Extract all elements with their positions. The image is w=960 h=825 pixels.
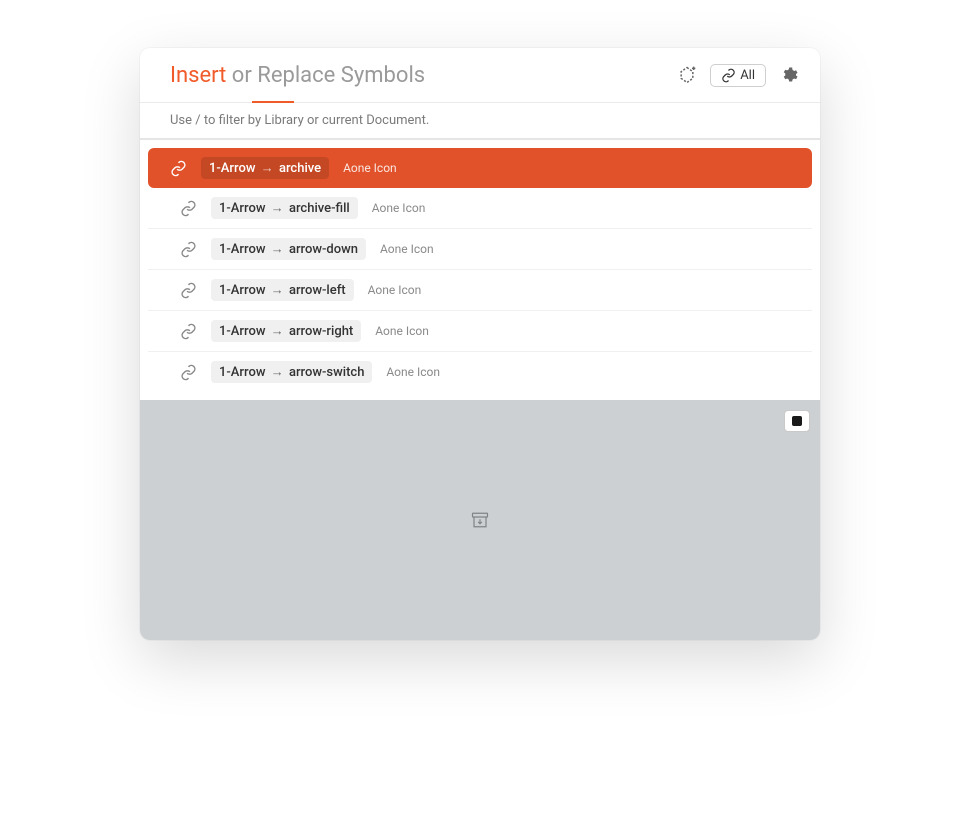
link-icon (170, 160, 187, 177)
library-name: Aone Icon (343, 161, 397, 175)
title-rest: or Replace Symbols (226, 63, 425, 88)
create-symbol-icon (677, 65, 697, 85)
symbol-name: 1-Arrow → arrow-switch (211, 361, 372, 383)
link-icon (180, 200, 197, 217)
create-symbol-button[interactable] (674, 62, 700, 88)
link-icon (721, 68, 736, 83)
link-icon (180, 241, 197, 258)
link-icon (180, 282, 197, 299)
library-name: Aone Icon (372, 201, 426, 215)
library-name: Aone Icon (375, 324, 429, 338)
preview-mode-button[interactable] (784, 410, 810, 432)
library-name: Aone Icon (380, 242, 434, 256)
archive-icon (471, 511, 489, 529)
symbol-picker-window: Insert or Replace Symbols All (140, 48, 820, 640)
list-item[interactable]: 1-Arrow → arrow-left Aone Icon (148, 270, 812, 311)
symbol-name: 1-Arrow → arrow-left (211, 279, 354, 301)
symbol-name: 1-Arrow → arrow-right (211, 320, 361, 342)
symbol-name: 1-Arrow → archive-fill (211, 197, 358, 219)
page-title: Insert or Replace Symbols (170, 63, 425, 88)
preview-area (140, 400, 820, 640)
link-icon (180, 364, 197, 381)
square-icon (792, 416, 802, 426)
symbol-list: 1-Arrow → archiveAone Icon1-Arrow → arch… (140, 140, 820, 400)
symbol-name: 1-Arrow → arrow-down (211, 238, 366, 260)
list-item[interactable]: 1-Arrow → archive-fill Aone Icon (148, 188, 812, 229)
list-item[interactable]: 1-Arrow → arrow-right Aone Icon (148, 311, 812, 352)
symbol-name: 1-Arrow → archive (201, 157, 329, 179)
library-name: Aone Icon (368, 283, 422, 297)
filter-all-button[interactable]: All (710, 64, 766, 87)
list-item[interactable]: 1-Arrow → archive Aone Icon (148, 148, 812, 188)
link-icon (180, 323, 197, 340)
filter-label: All (740, 68, 755, 83)
list-item[interactable]: 1-Arrow → arrow-down Aone Icon (148, 229, 812, 270)
accent-underline (252, 101, 294, 103)
header: Insert or Replace Symbols All (140, 48, 820, 103)
header-actions: All (674, 62, 802, 88)
settings-button[interactable] (776, 62, 802, 88)
gear-icon (780, 66, 798, 84)
title-accent: Insert (170, 63, 226, 88)
filter-hint: Use / to filter by Library or current Do… (140, 103, 820, 140)
list-item[interactable]: 1-Arrow → arrow-switch Aone Icon (148, 352, 812, 392)
library-name: Aone Icon (386, 365, 440, 379)
